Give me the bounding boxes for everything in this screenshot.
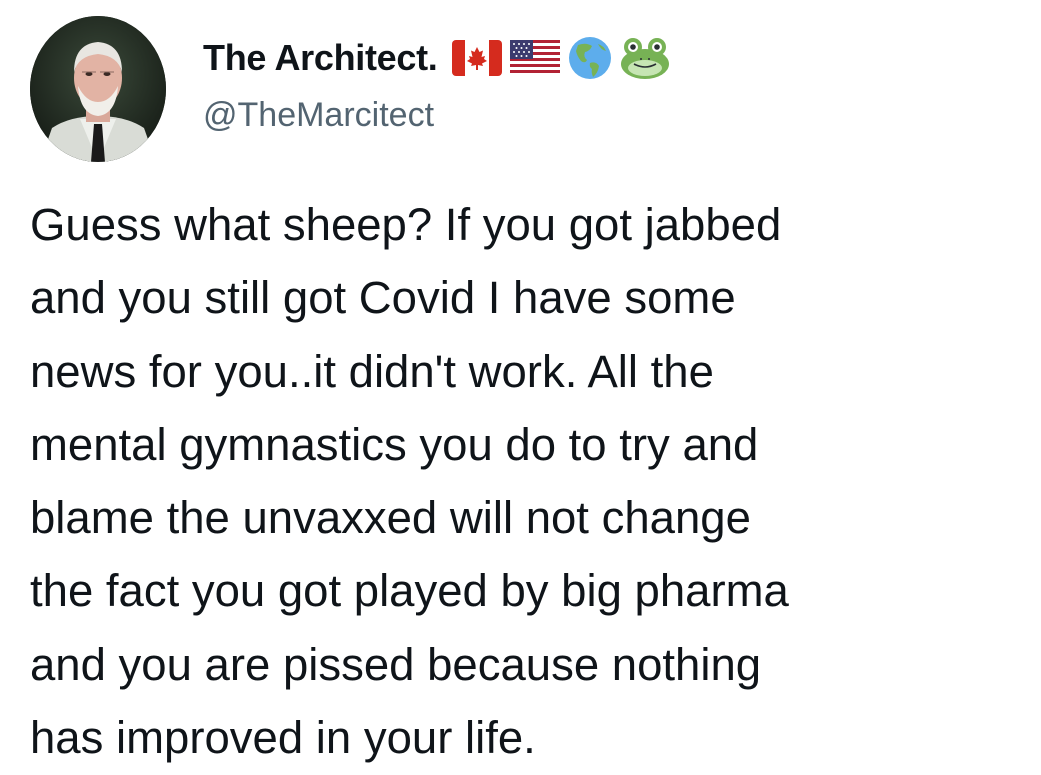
tweet-author: The Architect. @TheMarcitect bbox=[203, 34, 670, 135]
tweet-text-line: blame the unvaxxed will not change bbox=[30, 492, 751, 544]
author-name-row: The Architect. bbox=[203, 34, 670, 82]
tweet-text-line: and you still got Covid I have some bbox=[30, 272, 736, 324]
tweet-text-line: and you are pissed because nothing bbox=[30, 638, 762, 690]
us-flag-icon bbox=[509, 39, 560, 77]
author-handle[interactable]: @TheMarcitect bbox=[203, 96, 670, 135]
tweet-text-line: mental gymnastics you do to try and bbox=[30, 418, 759, 470]
canada-flag-icon bbox=[451, 39, 502, 77]
tweet-text-line: has improved in your life. bbox=[30, 712, 536, 764]
name-emojis bbox=[451, 36, 670, 80]
avatar[interactable] bbox=[30, 16, 166, 162]
globe-americas-icon bbox=[568, 36, 612, 80]
frog-icon bbox=[620, 37, 670, 79]
tweet-card: The Architect. @TheMarcitect Guess what … bbox=[0, 0, 1041, 775]
tweet-text-line: news for you..it didn't work. All the bbox=[30, 345, 714, 397]
tweet-text-line: Guess what sheep? If you got jabbed bbox=[30, 199, 782, 250]
author-display-name[interactable]: The Architect. bbox=[203, 37, 438, 79]
tweet-text: Guess what sheep? If you got jabbed and … bbox=[30, 188, 1030, 774]
tweet-text-line: the fact you got played by big pharma bbox=[30, 565, 789, 617]
